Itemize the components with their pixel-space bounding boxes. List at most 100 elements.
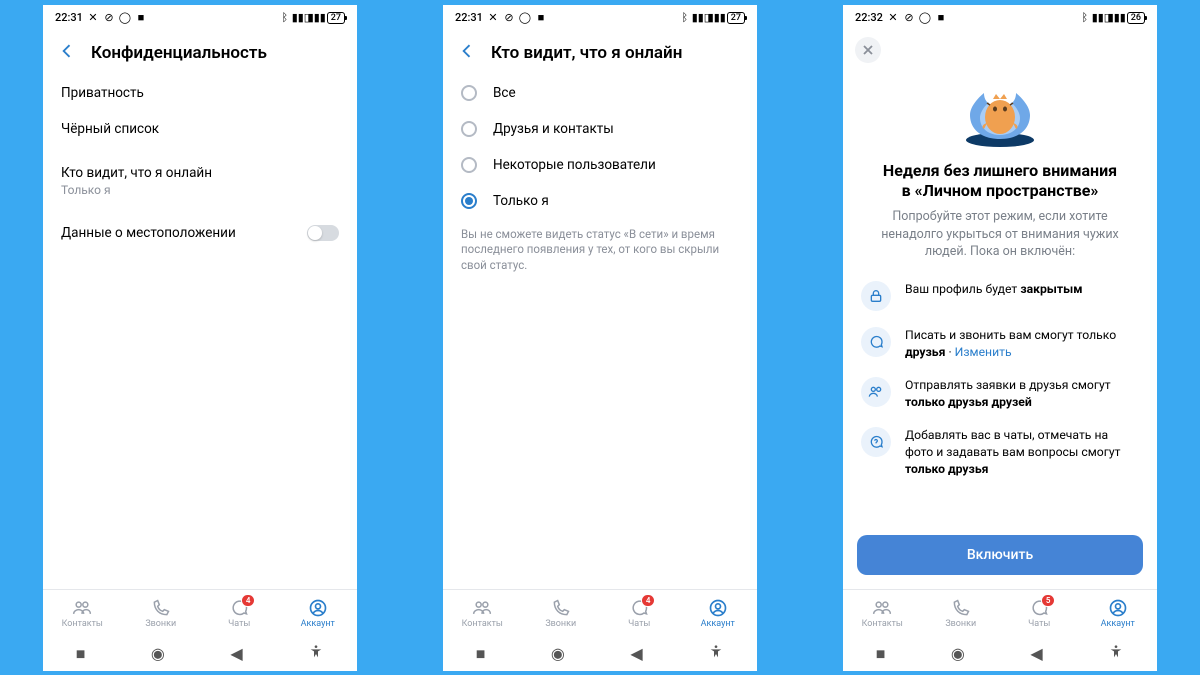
tab-contacts[interactable]: Контакты xyxy=(443,590,522,637)
nav-home-icon[interactable]: ◉ xyxy=(951,644,965,663)
tab-bar: Контакты Звонки 4 Чаты Аккаунт xyxy=(443,589,757,637)
nav-recent-icon[interactable]: ■ xyxy=(876,644,886,664)
row-online-visibility[interactable]: Кто видит, что я онлайн Только я xyxy=(43,155,357,207)
enable-button[interactable]: Включить xyxy=(857,535,1143,575)
signal1-icon: ▮▮▯ xyxy=(295,12,307,24)
signal2-icon: ▮▮▮ xyxy=(311,12,323,24)
check-icon: ◯ xyxy=(919,12,931,24)
chats-badge: 4 xyxy=(241,594,256,607)
back-button[interactable] xyxy=(57,41,77,65)
signal2-icon: ▮▮▮ xyxy=(711,12,723,24)
dnd-icon: ⊘ xyxy=(503,12,515,24)
tab-account[interactable]: Аккаунт xyxy=(279,590,358,637)
tab-account[interactable]: Аккаунт xyxy=(1079,590,1158,637)
status-time: 22:31 xyxy=(455,11,483,24)
close-button[interactable] xyxy=(855,37,881,63)
tab-bar: Контакты Звонки 5 Чаты Аккаунт xyxy=(843,589,1157,637)
page-title: Кто видит, что я онлайн xyxy=(491,43,682,63)
tab-chats[interactable]: 4 Чаты xyxy=(200,590,279,637)
nav-recent-icon[interactable]: ■ xyxy=(476,644,486,664)
change-link[interactable]: Изменить xyxy=(955,345,1012,359)
radio-icon xyxy=(461,121,477,137)
status-bar: 22:32 ✕ ⊘ ◯ ■ ᛒ ▮▮▯ ▮▮▮ 26 xyxy=(843,5,1157,31)
android-nav: ■ ◉ ◀ xyxy=(43,637,357,671)
screen-online-visibility: 22:31 ✕ ⊘ ◯ ■ ᛒ ▮▮▯ ▮▮▮ 27 Кто видит, чт… xyxy=(443,5,757,671)
screen-personal-space-promo: 22:32 ✕ ⊘ ◯ ■ ᛒ ▮▮▯ ▮▮▮ 26 Неделя без xyxy=(843,5,1157,671)
row-privacy[interactable]: Приватность xyxy=(43,75,357,111)
dnd-icon: ⊘ xyxy=(103,12,115,24)
nav-accessibility-icon[interactable] xyxy=(708,644,724,664)
lock-icon xyxy=(861,281,891,311)
tab-contacts[interactable]: Контакты xyxy=(843,590,922,637)
nav-home-icon[interactable]: ◉ xyxy=(151,644,165,663)
status-time: 22:31 xyxy=(55,11,83,24)
tab-account[interactable]: Аккаунт xyxy=(679,590,758,637)
radio-icon xyxy=(461,157,477,173)
header: Конфиденциальность xyxy=(43,31,357,75)
tab-calls[interactable]: Звонки xyxy=(922,590,1001,637)
chat-icon xyxy=(861,327,891,357)
android-nav: ■ ◉ ◀ xyxy=(843,637,1157,671)
signal2-icon: ▮▮▮ xyxy=(1111,12,1123,24)
nav-back-icon[interactable]: ◀ xyxy=(630,644,642,663)
vibrate-icon: ✕ xyxy=(487,12,499,24)
square-icon: ■ xyxy=(535,12,547,24)
dnd-icon: ⊘ xyxy=(903,12,915,24)
question-chat-icon xyxy=(861,427,891,457)
bluetooth-icon: ᛒ xyxy=(279,12,291,24)
nav-back-icon[interactable]: ◀ xyxy=(230,644,242,663)
header: Кто видит, что я онлайн xyxy=(443,31,757,75)
status-bar: 22:31 ✕ ⊘ ◯ ■ ᛒ ▮▮▯ ▮▮▮ 27 xyxy=(43,5,357,31)
nav-recent-icon[interactable]: ■ xyxy=(76,644,86,664)
nav-accessibility-icon[interactable] xyxy=(1108,644,1124,664)
tab-chats[interactable]: 4 Чаты xyxy=(600,590,679,637)
feature-closed-profile: Ваш профиль будет закрытым xyxy=(843,273,1157,319)
battery-indicator: 27 xyxy=(727,12,745,24)
back-button[interactable] xyxy=(457,41,477,65)
option-some[interactable]: Некоторые пользователи xyxy=(443,147,757,183)
feature-friend-requests: Отправлять заявки в друзья смогут только… xyxy=(843,369,1157,419)
status-bar: 22:31 ✕ ⊘ ◯ ■ ᛒ ▮▮▯ ▮▮▮ 27 xyxy=(443,5,757,31)
tab-calls[interactable]: Звонки xyxy=(522,590,601,637)
option-all[interactable]: Все xyxy=(443,75,757,111)
location-toggle[interactable] xyxy=(307,225,339,241)
nav-accessibility-icon[interactable] xyxy=(308,644,324,664)
row-location[interactable]: Данные о местоположении xyxy=(43,215,357,251)
feature-friends-only-messages: Писать и звонить вам смогут только друзь… xyxy=(843,319,1157,369)
bluetooth-icon: ᛒ xyxy=(679,12,691,24)
android-nav: ■ ◉ ◀ xyxy=(443,637,757,671)
feature-chat-invites: Добавлять вас в чаты, отмечать на фото и… xyxy=(843,419,1157,486)
screen-privacy: 22:31 ✕ ⊘ ◯ ■ ᛒ ▮▮▯ ▮▮▮ 27 Конфиденциаль… xyxy=(43,5,357,671)
signal1-icon: ▮▮▯ xyxy=(1095,12,1107,24)
radio-icon-selected xyxy=(461,193,477,209)
status-time: 22:32 xyxy=(855,11,883,24)
option-friends[interactable]: Друзья и контакты xyxy=(443,111,757,147)
option-only-me[interactable]: Только я xyxy=(443,183,757,219)
check-icon: ◯ xyxy=(519,12,531,24)
row-blacklist[interactable]: Чёрный список xyxy=(43,111,357,147)
promo-title: Неделя без лишнего внимания в «Личном пр… xyxy=(843,149,1157,209)
square-icon: ■ xyxy=(935,12,947,24)
visibility-hint: Вы не сможете видеть статус «В сети» и в… xyxy=(443,219,757,282)
people-icon xyxy=(861,377,891,407)
battery-indicator: 26 xyxy=(1127,12,1145,24)
tab-bar: Контакты Звонки 4 Чаты Аккаунт xyxy=(43,589,357,637)
meditation-illustration xyxy=(843,67,1157,149)
bluetooth-icon: ᛒ xyxy=(1079,12,1091,24)
square-icon: ■ xyxy=(135,12,147,24)
check-icon: ◯ xyxy=(119,12,131,24)
tab-chats[interactable]: 5 Чаты xyxy=(1000,590,1079,637)
signal1-icon: ▮▮▯ xyxy=(695,12,707,24)
tab-calls[interactable]: Звонки xyxy=(122,590,201,637)
battery-indicator: 27 xyxy=(327,12,345,24)
vibrate-icon: ✕ xyxy=(887,12,899,24)
promo-subtitle: Попробуйте этот режим, если хотите ненад… xyxy=(843,208,1157,273)
page-title: Конфиденциальность xyxy=(91,43,267,63)
tab-contacts[interactable]: Контакты xyxy=(43,590,122,637)
chats-badge: 5 xyxy=(1041,594,1056,607)
nav-home-icon[interactable]: ◉ xyxy=(551,644,565,663)
nav-back-icon[interactable]: ◀ xyxy=(1030,644,1042,663)
vibrate-icon: ✕ xyxy=(87,12,99,24)
chats-badge: 4 xyxy=(641,594,656,607)
radio-icon xyxy=(461,85,477,101)
